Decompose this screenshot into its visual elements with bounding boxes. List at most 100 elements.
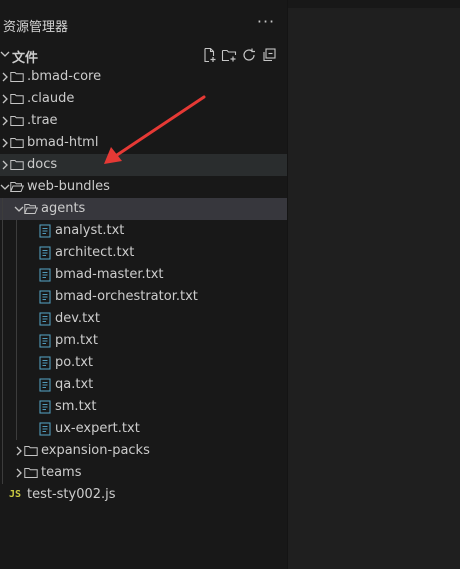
text-file-icon	[39, 400, 51, 414]
new-folder-icon[interactable]	[221, 47, 237, 63]
indent-guide	[16, 286, 17, 308]
chevron-right-icon[interactable]	[0, 159, 10, 171]
folder-open-icon	[24, 204, 38, 214]
indent-guide	[16, 352, 17, 374]
chevron-right-icon[interactable]	[14, 445, 24, 457]
tree-folder[interactable]: web-bundles	[0, 176, 287, 198]
indent-guide	[16, 264, 17, 286]
text-file-icon	[39, 246, 51, 260]
text-file-icon	[39, 422, 51, 436]
folder-icon	[10, 138, 24, 148]
indent-guide	[2, 242, 3, 264]
editor-area	[288, 0, 460, 569]
tree-item-label: docs	[27, 157, 58, 172]
tree-item-label: analyst.txt	[55, 223, 125, 238]
tree-folder[interactable]: .trae	[0, 110, 287, 132]
more-actions-button[interactable]: ···	[256, 13, 276, 35]
tree-file[interactable]: dev.txt	[0, 308, 287, 330]
new-file-icon[interactable]	[201, 47, 217, 63]
tree-folder[interactable]: .claude	[0, 88, 287, 110]
tree-folder[interactable]: .bmad-core	[0, 66, 287, 88]
section-actions	[201, 47, 277, 63]
explorer-sidebar: 资源管理器 ··· 文件 .bmad-core .claude .trae bm…	[0, 0, 288, 569]
workspace-title: 文件	[12, 51, 39, 66]
chevron-right-icon[interactable]	[0, 137, 10, 149]
editor-tab-strip	[288, 0, 460, 8]
tree-file[interactable]: ux-expert.txt	[0, 418, 287, 440]
tree-item-label: .bmad-core	[27, 69, 102, 84]
tree-item-label: bmad-master.txt	[55, 267, 164, 282]
tree-file[interactable]: sm.txt	[0, 396, 287, 418]
chevron-right-icon[interactable]	[14, 467, 24, 479]
tree-folder[interactable]: bmad-html	[0, 132, 287, 154]
tree-item-label: bmad-html	[27, 135, 99, 150]
indent-guide	[2, 264, 3, 286]
tree-file[interactable]: qa.txt	[0, 374, 287, 396]
tree-folder[interactable]: teams	[0, 462, 287, 484]
tree-file[interactable]: bmad-master.txt	[0, 264, 287, 286]
chevron-down-icon[interactable]	[0, 181, 10, 193]
indent-guide	[2, 418, 3, 440]
indent-guide	[2, 352, 3, 374]
tree-folder[interactable]: agents	[0, 198, 287, 220]
chevron-right-icon[interactable]	[0, 93, 10, 105]
tree-item-label: ux-expert.txt	[55, 421, 140, 436]
indent-guide	[2, 330, 3, 352]
tree-item-label: expansion-packs	[41, 443, 150, 458]
folder-icon	[24, 446, 38, 456]
text-file-icon	[39, 312, 51, 326]
indent-guide	[16, 396, 17, 418]
text-file-icon	[39, 378, 51, 392]
text-file-icon	[39, 224, 51, 238]
folder-open-icon	[10, 182, 24, 192]
tree-item-label: teams	[41, 465, 82, 480]
indent-guide	[2, 396, 3, 418]
tree-item-label: sm.txt	[55, 399, 97, 414]
tree-item-label: .trae	[27, 113, 58, 128]
text-file-icon	[39, 290, 51, 304]
collapse-all-icon[interactable]	[261, 47, 277, 63]
indent-guide	[16, 374, 17, 396]
indent-guide	[2, 374, 3, 396]
folder-icon	[10, 116, 24, 126]
tree-item-label: web-bundles	[27, 179, 110, 194]
tree-item-label: agents	[41, 201, 86, 216]
tree-file[interactable]: architect.txt	[0, 242, 287, 264]
folder-icon	[10, 72, 24, 82]
tree-file[interactable]: analyst.txt	[0, 220, 287, 242]
indent-guide	[2, 220, 3, 242]
folder-icon	[10, 160, 24, 170]
chevron-right-icon[interactable]	[0, 115, 10, 127]
tree-item-label: qa.txt	[55, 377, 94, 392]
chevron-right-icon[interactable]	[0, 71, 10, 83]
tree-file[interactable]: pm.txt	[0, 330, 287, 352]
text-file-icon	[39, 268, 51, 282]
indent-guide	[2, 198, 3, 220]
indent-guide	[16, 308, 17, 330]
text-file-icon	[39, 356, 51, 370]
file-tree: .bmad-core .claude .trae bmad-html docs web-b…	[0, 66, 287, 506]
chevron-down-icon[interactable]	[14, 203, 24, 215]
indent-guide	[2, 308, 3, 330]
js-file-icon: JS	[9, 489, 22, 500]
tree-item-label: architect.txt	[55, 245, 135, 260]
indent-guide	[16, 418, 17, 440]
tree-item-label: .claude	[27, 91, 75, 106]
indent-guide	[16, 242, 17, 264]
folder-icon	[24, 468, 38, 478]
tree-file[interactable]: JS test-sty002.js	[0, 484, 287, 506]
indent-guide	[16, 330, 17, 352]
indent-guide	[16, 220, 17, 242]
text-file-icon	[39, 334, 51, 348]
tree-file[interactable]: bmad-orchestrator.txt	[0, 286, 287, 308]
workspace-section-header[interactable]: 文件	[0, 44, 287, 66]
folder-icon	[10, 94, 24, 104]
tree-folder[interactable]: docs	[0, 154, 287, 176]
tree-item-label: test-sty002.js	[27, 487, 116, 502]
tree-folder[interactable]: expansion-packs	[0, 440, 287, 462]
refresh-icon[interactable]	[241, 47, 257, 63]
tree-item-label: dev.txt	[55, 311, 100, 326]
explorer-header: 资源管理器 ···	[0, 12, 287, 38]
tree-file[interactable]: po.txt	[0, 352, 287, 374]
indent-guide	[2, 286, 3, 308]
